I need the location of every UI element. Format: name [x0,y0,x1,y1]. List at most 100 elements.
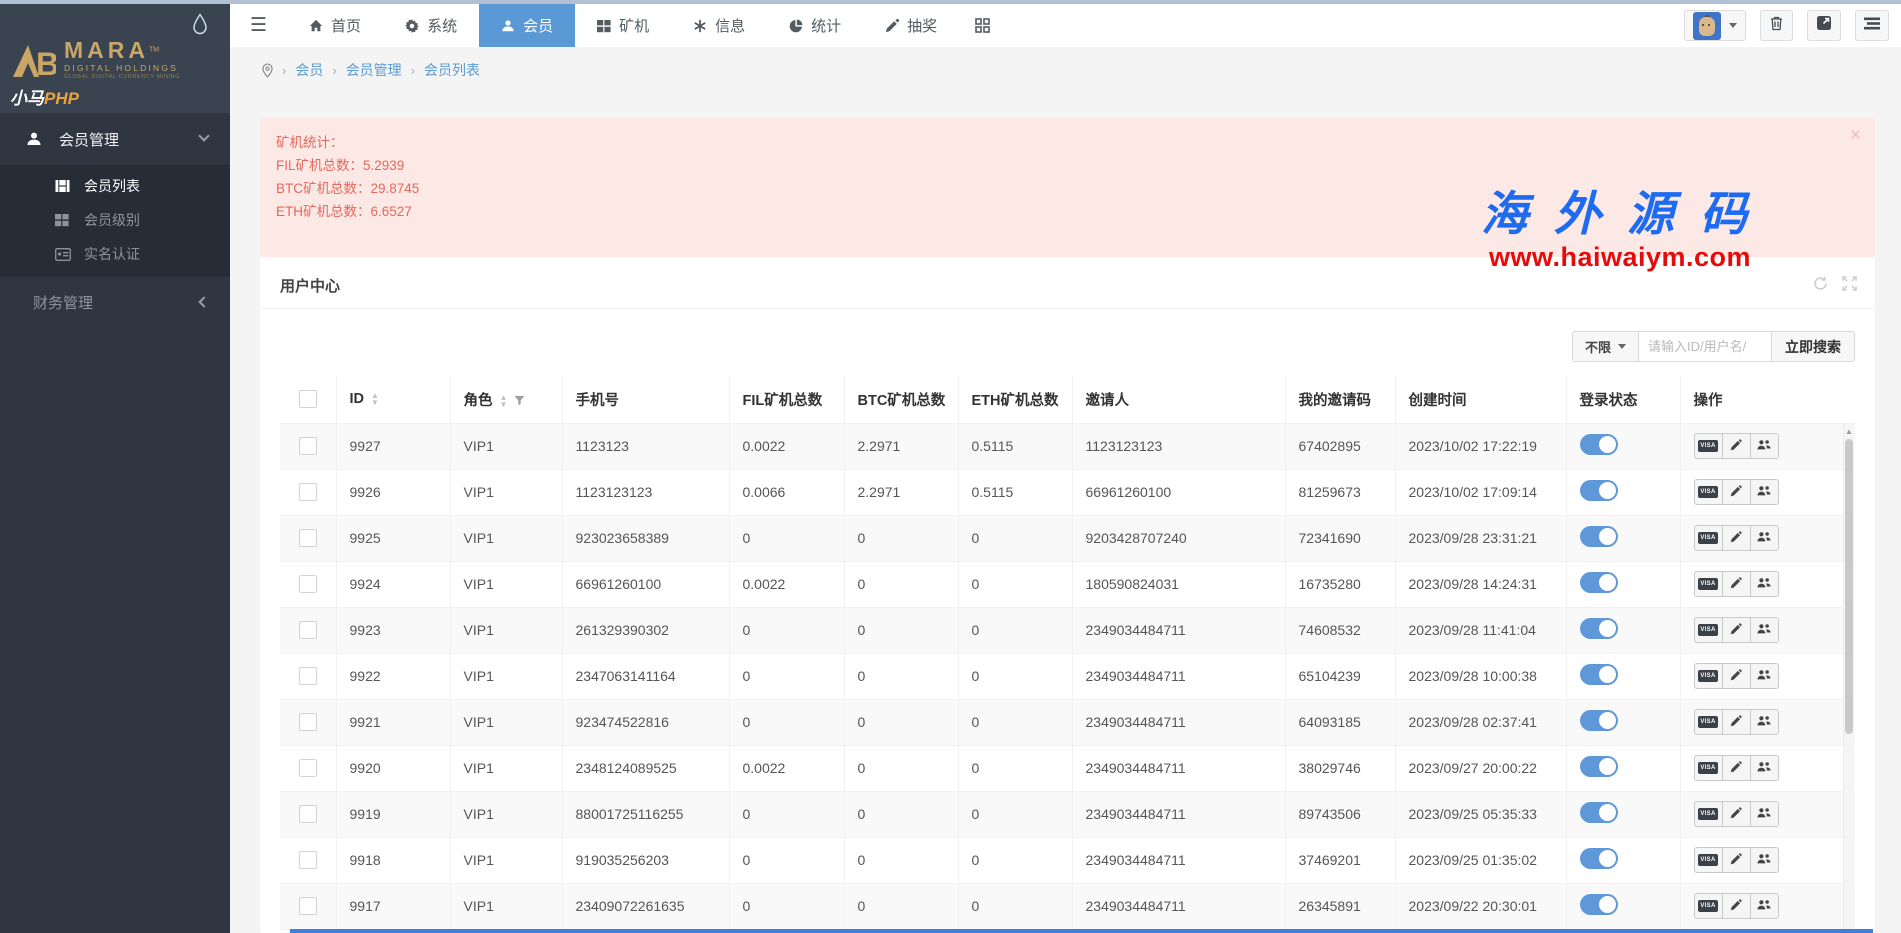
cell-role: VIP1 [450,607,562,653]
expand-icon[interactable] [1842,276,1857,291]
sidebar-item-finance-management[interactable]: 财务管理 [0,277,230,327]
row-checkbox[interactable] [299,897,317,915]
row-checkbox[interactable] [299,667,317,685]
row-checkbox[interactable] [299,483,317,501]
trash-button[interactable] [1760,10,1793,41]
visa-action-button[interactable]: VISA [1694,617,1723,643]
login-status-toggle[interactable] [1580,802,1618,823]
alert-line: 矿机统计： [276,131,1859,154]
scroll-up-icon[interactable]: ▲ [1845,427,1853,436]
visa-action-button[interactable]: VISA [1694,709,1723,735]
edit-action-button[interactable] [1722,663,1751,689]
menu-toggle-icon[interactable]: ☰ [230,4,287,47]
team-action-button[interactable] [1750,663,1779,689]
breadcrumb-link-member[interactable]: 会员 [295,60,323,80]
sort-icon[interactable]: ▲▼ [500,394,508,408]
sidebar-item-real-name-auth[interactable]: 实名认证 [0,237,230,271]
search-input[interactable] [1639,331,1772,362]
nav-item-lottery[interactable]: 抽奖 [863,4,959,47]
visa-action-button[interactable]: VISA [1694,571,1723,597]
team-action-button[interactable] [1750,755,1779,781]
login-status-toggle[interactable] [1580,710,1618,731]
edit-action-button[interactable] [1722,755,1751,781]
edit-action-button[interactable] [1722,893,1751,919]
filter-icon[interactable] [514,395,525,406]
sidebar-item-member-list[interactable]: 会员列表 [0,169,230,203]
nav-item-info[interactable]: 信息 [671,4,767,47]
close-icon[interactable]: × [1850,126,1861,145]
login-status-toggle[interactable] [1580,664,1618,685]
row-checkbox[interactable] [299,621,317,639]
row-checkbox[interactable] [299,529,317,547]
select-all-checkbox[interactable] [299,390,317,408]
external-link-button[interactable] [1807,10,1841,41]
row-checkbox[interactable] [299,437,317,455]
row-checkbox[interactable] [299,805,317,823]
list-panel-button[interactable] [1855,10,1889,41]
search-button[interactable]: 立即搜索 [1772,331,1855,362]
refresh-icon[interactable] [1813,276,1828,291]
login-status-toggle[interactable] [1580,434,1618,455]
team-action-button[interactable] [1750,617,1779,643]
scrollbar-thumb[interactable] [1845,439,1853,734]
cell-eth-total: 0 [958,653,1072,699]
nav-grid-icon[interactable] [959,4,1006,47]
edit-action-button[interactable] [1722,847,1751,873]
nav-item-stats[interactable]: 统计 [767,4,863,47]
nav-item-system[interactable]: 系统 [383,4,479,47]
visa-icon: VISA [1698,532,1717,544]
team-action-button[interactable] [1750,571,1779,597]
col-header-created: 创建时间 [1395,376,1566,423]
login-status-toggle[interactable] [1580,848,1618,869]
edit-action-button[interactable] [1722,433,1751,459]
edit-action-button[interactable] [1722,801,1751,827]
row-checkbox[interactable] [299,851,317,869]
visa-action-button[interactable]: VISA [1694,433,1723,459]
nav-item-home[interactable]: 首页 [287,4,383,47]
visa-action-button[interactable]: VISA [1694,801,1723,827]
team-action-button[interactable] [1750,525,1779,551]
login-status-toggle[interactable] [1580,572,1618,593]
vertical-scrollbar[interactable]: ▲ [1843,424,1854,931]
edit-action-button[interactable] [1722,709,1751,735]
login-status-toggle[interactable] [1580,894,1618,915]
visa-action-button[interactable]: VISA [1694,893,1723,919]
visa-action-button[interactable]: VISA [1694,847,1723,873]
table-row: 9923 VIP1 261329390302 0 0 0 23490344847… [280,607,1855,653]
row-checkbox[interactable] [299,759,317,777]
team-action-button[interactable] [1750,893,1779,919]
edit-action-button[interactable] [1722,525,1751,551]
visa-action-button[interactable]: VISA [1694,755,1723,781]
team-action-button[interactable] [1750,433,1779,459]
users-icon [1757,761,1771,776]
visa-action-button[interactable]: VISA [1694,525,1723,551]
login-status-toggle[interactable] [1580,618,1618,639]
login-status-toggle[interactable] [1580,756,1618,777]
nav-item-member[interactable]: 会员 [479,4,575,47]
cell-btc-total: 0 [844,699,958,745]
edit-action-button[interactable] [1722,617,1751,643]
team-action-button[interactable] [1750,847,1779,873]
row-checkbox[interactable] [299,575,317,593]
team-action-button[interactable] [1750,801,1779,827]
visa-action-button[interactable]: VISA [1694,663,1723,689]
nav-item-miner[interactable]: 矿机 [575,4,671,47]
team-action-button[interactable] [1750,709,1779,735]
breadcrumb-link-member-list[interactable]: 会员列表 [424,60,480,80]
row-checkbox[interactable] [299,713,317,731]
range-filter-dropdown[interactable]: 不限 [1572,331,1639,362]
sidebar-item-member-management[interactable]: 会员管理 [0,113,230,165]
edit-action-button[interactable] [1722,571,1751,597]
edit-action-button[interactable] [1722,479,1751,505]
sort-icon[interactable]: ▲▼ [371,392,379,406]
cell-fil-total: 0.0022 [729,561,844,607]
sidebar-item-member-level[interactable]: 会员级别 [0,203,230,237]
user-menu-button[interactable] [1684,10,1746,41]
visa-action-button[interactable]: VISA [1694,479,1723,505]
cell-id: 9927 [336,423,450,469]
team-action-button[interactable] [1750,479,1779,505]
login-status-toggle[interactable] [1580,526,1618,547]
table-row: 9921 VIP1 923474522816 0 0 0 23490344847… [280,699,1855,745]
login-status-toggle[interactable] [1580,480,1618,501]
breadcrumb-link-member-management[interactable]: 会员管理 [346,60,402,80]
